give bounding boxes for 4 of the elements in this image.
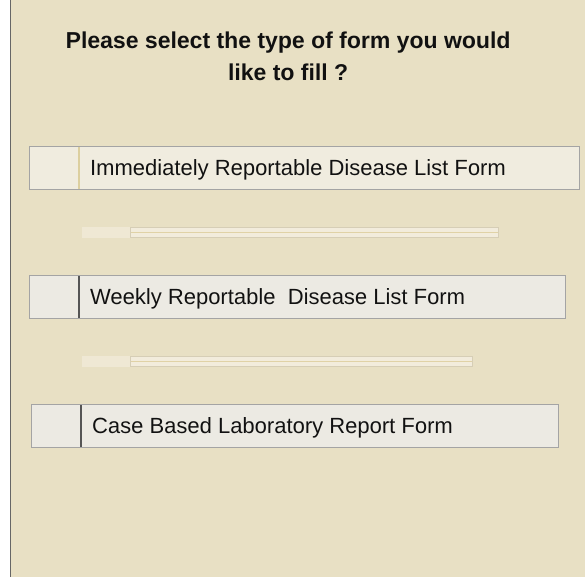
- form-option[interactable]: Immediately Reportable Disease List Form: [29, 146, 580, 190]
- form-option[interactable]: Case Based Laboratory Report Form: [31, 404, 559, 448]
- page-title: Please select the type of form you would like to fill ?: [64, 26, 512, 87]
- form-option[interactable]: Weekly Reportable Disease List Form: [29, 275, 566, 319]
